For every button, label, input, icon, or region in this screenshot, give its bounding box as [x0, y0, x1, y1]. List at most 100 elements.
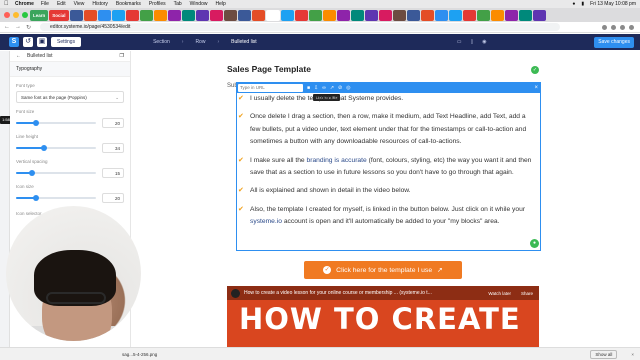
menu-file[interactable]: File [41, 0, 49, 8]
browser-tab[interactable] [139, 9, 153, 21]
browser-tab[interactable] [167, 9, 181, 21]
edit-badge-icon[interactable]: ✓ [531, 66, 539, 74]
browser-tab[interactable] [97, 9, 111, 21]
back-icon[interactable]: ← [4, 24, 10, 30]
extension-icon[interactable] [602, 24, 607, 30]
desktop-view-icon[interactable]: ▭ [457, 39, 462, 45]
eye-icon[interactable]: ◉ [482, 39, 486, 45]
channel-avatar[interactable] [231, 288, 240, 298]
show-all-button[interactable]: Show all [590, 349, 618, 359]
close-icon[interactable]: × [534, 85, 538, 91]
link-icon[interactable]: ∞ [322, 85, 326, 91]
browser-tab[interactable] [294, 9, 308, 21]
browser-tab[interactable] [181, 9, 195, 21]
tab-badge[interactable]: Social [49, 9, 69, 21]
browser-tab[interactable] [448, 9, 462, 21]
profile-icon[interactable] [629, 24, 634, 30]
value-input[interactable]: 20 [102, 117, 124, 128]
browser-tab[interactable] [111, 9, 125, 21]
systeme-logo-icon[interactable]: S [9, 37, 19, 47]
browser-tab[interactable] [476, 9, 490, 21]
edit-circle-icon[interactable]: ● [530, 239, 539, 248]
browser-tab[interactable] [378, 9, 392, 21]
mobile-view-icon[interactable]: ▯ [470, 39, 473, 45]
list-item[interactable]: ✔ I make sure all the branding is accurat… [238, 155, 536, 180]
menu-clock[interactable]: Fri 13 May 10:08 pm [590, 0, 636, 8]
list-item[interactable]: ✔ Also, the template I created for myself… [238, 204, 536, 229]
minimize-window-icon[interactable] [13, 12, 19, 18]
browser-tab[interactable] [336, 9, 350, 21]
watch-later-button[interactable]: Watch later [488, 291, 511, 296]
browser-tab[interactable] [490, 9, 504, 21]
browser-tab[interactable] [125, 9, 139, 21]
slider-handle[interactable] [29, 169, 35, 176]
browser-tab[interactable] [195, 9, 209, 21]
browser-tab[interactable] [392, 9, 406, 21]
breadcrumb-section[interactable]: Section [153, 39, 170, 45]
browser-tab[interactable] [280, 9, 294, 21]
share-button[interactable]: Share [521, 291, 533, 296]
font-type-select[interactable]: Same font as the page (Poppins) ⌄ [16, 91, 124, 103]
file-link-icon[interactable]: ⇩ [314, 85, 318, 91]
value-input[interactable]: 15 [102, 167, 124, 178]
tab-badge[interactable]: Learn [30, 9, 49, 21]
browser-tab[interactable] [350, 9, 364, 21]
close-icon[interactable]: × [631, 352, 634, 357]
text-link[interactable]: branding is accurate [307, 157, 367, 164]
battery-icon[interactable]: ▮ [581, 0, 584, 8]
menu-history[interactable]: History [92, 0, 108, 8]
video-embed[interactable]: How to create a video lesson for your on… [227, 286, 539, 350]
browser-tab[interactable] [308, 9, 322, 21]
reload-icon[interactable]: ↻ [26, 24, 31, 31]
forward-icon[interactable]: → [15, 24, 21, 30]
list-item[interactable]: ✔ All is explained and shown in detail in… [238, 185, 536, 197]
browser-tab[interactable] [532, 9, 546, 21]
list-item[interactable]: ✔ Once delete I drag a section, then a ro… [238, 111, 536, 148]
menu-tab[interactable]: Tab [174, 0, 182, 8]
slider-handle[interactable] [33, 119, 39, 126]
target-icon[interactable]: ◎ [346, 85, 350, 91]
zoom-window-icon[interactable] [22, 12, 28, 18]
browser-tab[interactable] [420, 9, 434, 21]
browser-tab[interactable] [364, 9, 378, 21]
slider-handle[interactable] [33, 194, 39, 201]
download-item[interactable]: sag...5-4-256.png [122, 352, 157, 357]
browser-tab[interactable] [406, 9, 420, 21]
browser-tab[interactable] [462, 9, 476, 21]
browser-tab[interactable] [209, 9, 223, 21]
menu-profiles[interactable]: Profiles [149, 0, 166, 8]
wifi-icon[interactable]: ● [572, 0, 575, 8]
app-menu-chrome[interactable]: Chrome [15, 0, 34, 8]
browser-tab[interactable] [518, 9, 532, 21]
save-icon[interactable]: ■ [307, 85, 310, 91]
copy-icon[interactable]: ❐ [120, 51, 124, 62]
menu-help[interactable]: Help [215, 0, 225, 8]
menu-view[interactable]: View [74, 0, 85, 8]
url-input[interactable] [238, 83, 303, 92]
browser-tab[interactable] [237, 9, 251, 21]
video-title[interactable]: How to create a video lesson for your on… [244, 290, 432, 296]
save-changes-button[interactable]: Save changes [594, 36, 634, 48]
slider-track[interactable] [16, 119, 96, 126]
url-field[interactable]: editor.systeme.io/page/4530534/edit [40, 23, 561, 31]
extension-icon[interactable] [620, 24, 625, 30]
browser-tab[interactable] [223, 9, 237, 21]
browser-tab[interactable] [153, 9, 167, 21]
extension-icon[interactable] [611, 24, 616, 30]
preview-icon[interactable]: ▣ [37, 37, 47, 47]
browser-tab[interactable] [265, 9, 280, 21]
browser-tab[interactable] [83, 9, 97, 21]
breadcrumb-row[interactable]: Row [195, 39, 205, 45]
slider-handle[interactable] [41, 144, 47, 151]
page-title[interactable]: Sales Page Template [227, 64, 311, 74]
browser-tab[interactable] [504, 9, 518, 21]
slider-track[interactable] [16, 194, 96, 201]
slider-track[interactable] [16, 169, 96, 176]
unlink-icon[interactable]: ⊘ [338, 85, 342, 91]
close-window-icon[interactable] [4, 12, 10, 18]
cta-button[interactable]: ✓ Click here for the template I use ↗ [304, 261, 462, 279]
browser-tab[interactable] [322, 9, 336, 21]
breadcrumb-bulleted-list[interactable]: Bulleted list [231, 39, 257, 45]
undo-icon[interactable]: ↺ [23, 37, 33, 47]
value-input[interactable]: 20 [102, 192, 124, 203]
